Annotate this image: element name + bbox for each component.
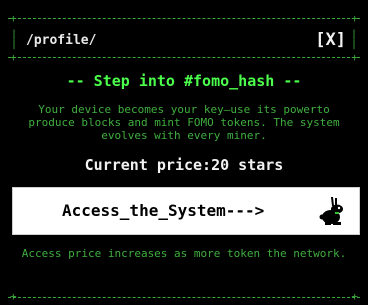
access-button-label: Access_the_System---> [62, 201, 265, 220]
screen: ------------------------------------- + … [0, 0, 368, 305]
frame-side: | [11, 39, 18, 50]
top-border-fragment: ------------------------------------- [14, 0, 264, 2]
close-button[interactable]: [X] [315, 30, 346, 50]
access-system-button[interactable]: Access_the_System---> [12, 187, 360, 235]
frame-corner: + [351, 51, 358, 64]
frame-bottom-border [8, 297, 360, 298]
frame-corner: + [351, 290, 358, 303]
section-heading: -- Step into #fomo_hash -- [66, 72, 302, 90]
description-text: Your device becomes your key—use its pow… [28, 103, 340, 142]
frame-corner: + [351, 12, 358, 25]
price-note: Access price increases as more token the… [21, 247, 347, 260]
frame-side: | [350, 39, 357, 50]
frame-divider [8, 57, 360, 58]
frame-top-border [8, 18, 360, 19]
window-path: /profile/ [26, 33, 97, 48]
current-price: Current price:20 stars [84, 156, 284, 174]
rabbit-icon [319, 197, 343, 225]
